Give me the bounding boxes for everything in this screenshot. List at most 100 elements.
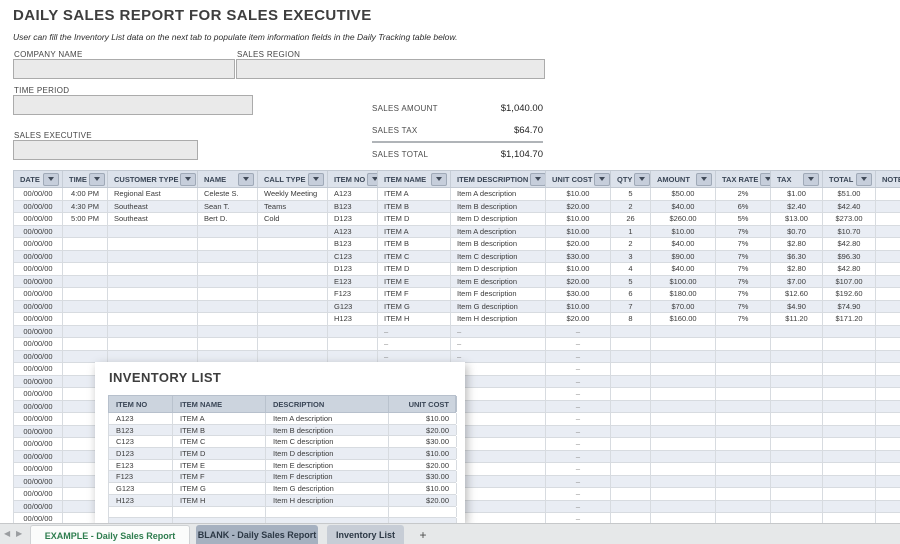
table-cell[interactable] [876,501,900,513]
table-cell[interactable]: 7% [716,251,771,263]
table-cell[interactable]: $40.00 [651,263,716,275]
table-cell[interactable] [771,413,823,425]
inventory-cell[interactable] [173,507,266,518]
table-cell[interactable] [651,438,716,450]
table-cell[interactable]: – [451,376,546,388]
table-cell[interactable]: ITEM A [378,226,451,238]
table-cell[interactable]: 7% [716,288,771,300]
table-cell[interactable]: $4.90 [771,301,823,313]
table-cell[interactable] [63,251,108,263]
table-cell[interactable] [771,463,823,475]
table-cell[interactable] [823,363,876,375]
table-cell[interactable] [328,351,378,363]
table-cell[interactable]: – [451,476,546,488]
table-cell[interactable]: $10.70 [823,226,876,238]
inventory-cell[interactable]: $10.00 [389,483,457,494]
table-cell[interactable] [716,376,771,388]
filter-button[interactable] [180,173,196,186]
table-cell[interactable] [651,426,716,438]
table-cell[interactable]: E123 [328,276,378,288]
table-cell[interactable] [611,476,651,488]
table-cell[interactable] [771,351,823,363]
table-cell[interactable]: – [546,413,611,425]
column-header-item-name[interactable]: ITEM NAME [378,171,451,187]
table-cell[interactable] [63,288,108,300]
table-cell[interactable] [823,413,876,425]
table-cell[interactable]: $2.80 [771,238,823,250]
table-cell[interactable]: 00/00/00 [14,351,63,363]
tab-add-sheet[interactable]: + [411,525,435,544]
inventory-column-header-item-no[interactable]: ITEM NO [109,396,173,412]
table-cell[interactable] [258,226,328,238]
table-cell[interactable]: C123 [328,251,378,263]
table-cell[interactable] [611,401,651,413]
table-cell[interactable] [63,276,108,288]
table-cell[interactable]: 00/00/00 [14,301,63,313]
table-cell[interactable] [876,488,900,500]
table-cell[interactable] [823,376,876,388]
filter-button[interactable] [367,173,378,186]
table-cell[interactable]: – [378,351,451,363]
sales-executive-input[interactable] [13,140,198,160]
table-cell[interactable] [198,313,258,325]
inventory-cell[interactable]: D123 [109,448,173,459]
table-cell[interactable]: $0.70 [771,226,823,238]
inventory-cell[interactable]: $20.00 [389,495,457,506]
table-cell[interactable]: $100.00 [651,276,716,288]
inventory-cell[interactable]: E123 [109,460,173,471]
table-cell[interactable]: 00/00/00 [14,463,63,475]
table-cell[interactable]: – [546,438,611,450]
inventory-column-header-description[interactable]: DESCRIPTION [266,396,389,412]
filter-button[interactable] [803,173,819,186]
company-name-input[interactable] [13,59,235,79]
inventory-cell[interactable] [266,507,389,518]
table-cell[interactable] [823,488,876,500]
table-cell[interactable] [716,413,771,425]
table-cell[interactable] [716,476,771,488]
table-cell[interactable]: – [546,351,611,363]
table-cell[interactable] [771,326,823,338]
table-cell[interactable] [876,401,900,413]
column-header-time[interactable]: TIME [63,171,108,187]
table-cell[interactable] [108,313,198,325]
table-cell[interactable]: 4:00 PM [63,188,108,200]
inventory-cell[interactable]: Item E description [266,460,389,471]
table-cell[interactable]: – [451,413,546,425]
table-cell[interactable] [651,351,716,363]
table-cell[interactable] [258,313,328,325]
table-cell[interactable]: 7% [716,226,771,238]
table-cell[interactable]: 6% [716,201,771,213]
table-cell[interactable] [823,338,876,350]
table-cell[interactable]: – [546,376,611,388]
table-cell[interactable] [258,276,328,288]
table-cell[interactable]: Weekly Meeting [258,188,328,200]
table-cell[interactable]: $12.60 [771,288,823,300]
table-cell[interactable]: – [451,438,546,450]
table-cell[interactable]: 7% [716,313,771,325]
table-cell[interactable]: $10.00 [651,226,716,238]
table-cell[interactable] [611,413,651,425]
table-cell[interactable]: – [546,488,611,500]
table-cell[interactable] [876,438,900,450]
inventory-cell[interactable]: F123 [109,471,173,482]
table-cell[interactable]: – [451,338,546,350]
table-cell[interactable] [611,438,651,450]
table-cell[interactable] [198,238,258,250]
table-cell[interactable]: 7% [716,301,771,313]
table-cell[interactable] [876,351,900,363]
tab-inventory-list[interactable]: Inventory List [327,525,404,544]
prev-sheet-arrow-icon[interactable]: ◀ [4,529,10,538]
table-cell[interactable] [876,313,900,325]
inventory-cell[interactable]: ITEM F [173,471,266,482]
table-cell[interactable] [716,451,771,463]
inventory-cell[interactable]: Item A description [266,413,389,424]
column-header-unit-cost[interactable]: UNIT COST [546,171,611,187]
inventory-cell[interactable]: $20.00 [389,425,457,436]
table-cell[interactable] [876,463,900,475]
table-cell[interactable]: 4 [611,263,651,275]
table-cell[interactable]: 4:30 PM [63,201,108,213]
table-cell[interactable] [258,338,328,350]
table-cell[interactable]: – [546,451,611,463]
table-cell[interactable]: 00/00/00 [14,488,63,500]
column-header-item-description[interactable]: ITEM DESCRIPTION [451,171,546,187]
